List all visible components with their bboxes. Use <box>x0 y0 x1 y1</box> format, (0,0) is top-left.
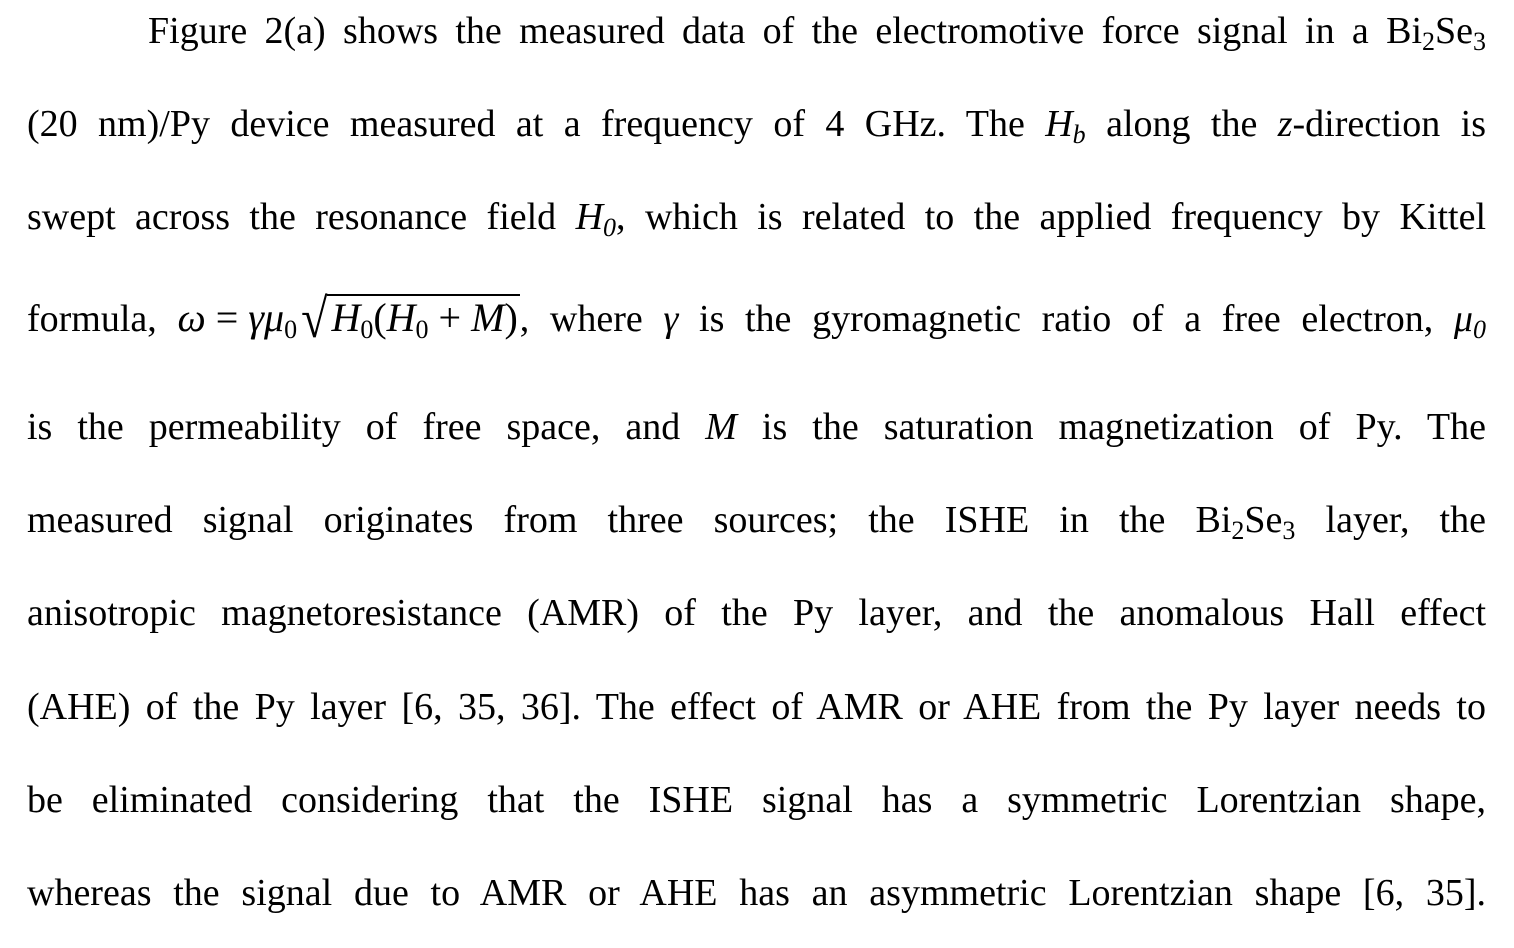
text: Se <box>1435 10 1473 52</box>
subscript: 0 <box>1473 315 1486 344</box>
subscript: b <box>1072 120 1086 149</box>
symbol-m: M <box>705 406 737 448</box>
text: , which is related to the applied freque… <box>616 196 1486 238</box>
subscript: 0 <box>284 315 298 344</box>
square-root: √ H0(H0 + M) <box>297 292 520 347</box>
symbol-mu: μ <box>1453 298 1473 340</box>
kittel-formula: ω = γμ0√ H0(H0 + M) <box>177 292 520 347</box>
text: along the <box>1085 103 1278 145</box>
text: , where <box>519 298 664 340</box>
text: Se <box>1244 499 1283 541</box>
radical-sign: √ <box>301 288 328 350</box>
text: formula, <box>27 298 178 340</box>
text: -direction is <box>1292 103 1486 145</box>
text: is the permeability of free space, and <box>27 406 706 448</box>
paragraph-line-1: Figure 2(a) shows the measured data of t… <box>148 8 1486 56</box>
subscript: 3 <box>1282 516 1296 545</box>
paragraph-line-6: measured signal originates from three so… <box>27 497 1486 545</box>
paragraph-line-9: be eliminated considering that the ISHE … <box>27 779 1486 821</box>
subscript: 2 <box>1231 516 1245 545</box>
subscript: 3 <box>1473 27 1486 56</box>
paragraph-line-3: swept across the resonance field H0, whi… <box>27 194 1486 242</box>
text: layer, the <box>1295 499 1486 541</box>
document-page: Figure 2(a) shows the measured data of t… <box>0 0 1514 948</box>
symbol-h: H <box>386 295 416 340</box>
equals-sign: = <box>205 295 249 340</box>
paragraph-line-7: anisotropic magnetoresistance (AMR) of t… <box>27 592 1486 634</box>
text: swept across the resonance field <box>27 196 576 238</box>
subscript: 0 <box>360 315 374 344</box>
paragraph-line-10: whereas the signal due to AMR or AHE has… <box>27 872 1486 914</box>
symbol-gamma-mu: γμ <box>248 295 285 340</box>
text: is the gyromagnetic ratio of a free elec… <box>678 298 1454 340</box>
symbol-gamma: γ <box>663 298 679 340</box>
close-paren: ) <box>504 295 518 340</box>
paragraph-line-4: formula, ω = γμ0√ H0(H0 + M), where γ is … <box>27 292 1486 347</box>
symbol-z: z <box>1277 103 1293 145</box>
text: Figure 2(a) shows the measured data of t… <box>148 10 1422 52</box>
symbol-m: M <box>471 295 505 340</box>
paragraph-line-5: is the permeability of free space, and M… <box>27 404 1486 450</box>
symbol-omega: ω <box>177 295 206 340</box>
subscript: 0 <box>415 315 429 344</box>
text: (20 nm)/Py device measured at a frequenc… <box>27 103 1046 145</box>
text: measured signal originates from three so… <box>27 499 1232 541</box>
open-paren: ( <box>373 295 387 340</box>
paragraph-line-2: (20 nm)/Py device measured at a frequenc… <box>27 101 1486 149</box>
subscript: 2 <box>1422 27 1435 56</box>
text: is the saturation magnetization of Py. T… <box>736 406 1486 448</box>
plus-sign: + <box>428 295 472 340</box>
symbol-h: H <box>575 196 604 238</box>
subscript: 0 <box>603 213 617 242</box>
radicand: H0(H0 + M) <box>327 294 520 343</box>
paragraph-line-8: (AHE) of the Py layer [6, 35, 36]. The e… <box>27 686 1486 728</box>
symbol-h: H <box>1045 103 1073 145</box>
symbol-h: H <box>331 295 361 340</box>
